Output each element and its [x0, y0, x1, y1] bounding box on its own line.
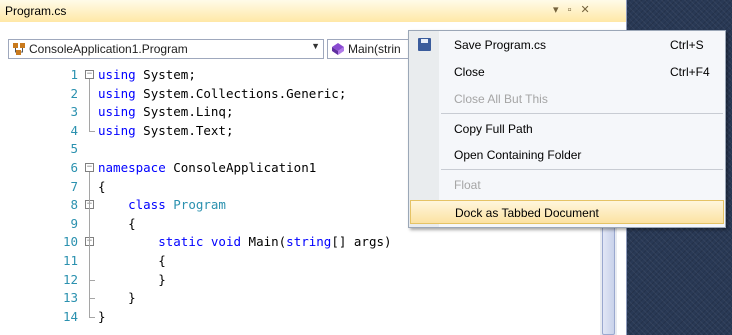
menu-item-shortcut: Ctrl+S [670, 38, 704, 52]
document-tab-header[interactable]: Program.cs ▾ ▫ ✕ [0, 0, 626, 23]
class-dropdown[interactable]: ConsoleApplication1.Program ▼ [8, 39, 324, 59]
class-icon [13, 43, 25, 55]
code-line: 10− static void Main(string[] args) [0, 233, 600, 251]
menu-item-label: Close All But This [454, 92, 548, 106]
class-dropdown-value: ConsoleApplication1.Program [29, 42, 188, 56]
menu-item-dock-as-tabbed-document[interactable]: Dock as Tabbed Document [410, 200, 724, 224]
menu-item-float[interactable]: Float [410, 173, 724, 197]
menu-separator [441, 169, 723, 170]
menu-item-save-program-cs[interactable]: Save Program.cs Ctrl+S [410, 33, 724, 57]
menu-item-label: Close [454, 65, 485, 79]
code-text: using System.Text; [98, 122, 234, 138]
chevron-down-icon: ▼ [311, 41, 320, 51]
collapse-icon[interactable]: − [85, 163, 94, 172]
line-number: 14 [62, 308, 78, 324]
outline-guide-end [89, 279, 95, 281]
menu-item-label: Save Program.cs [454, 38, 547, 52]
member-dropdown-value: Main(strin [348, 42, 401, 56]
line-number: 5 [70, 141, 78, 157]
menu-item-label: Dock as Tabbed Document [455, 206, 599, 220]
line-number: 3 [70, 104, 78, 120]
line-number: 13 [62, 290, 78, 306]
save-icon [418, 38, 431, 51]
code-text: { [98, 253, 166, 268]
document-tab-title: Program.cs [5, 4, 67, 18]
code-text: } [98, 271, 166, 287]
code-text: class Program [128, 197, 226, 213]
menu-item-shortcut: Ctrl+F4 [670, 65, 710, 79]
outline-guide-end [89, 298, 95, 300]
line-number: 1 [70, 67, 78, 82]
window-position-buttons[interactable]: ▾ ▫ ✕ [553, 3, 593, 16]
line-number: 7 [70, 178, 78, 194]
method-icon [332, 43, 344, 55]
code-text: { [98, 215, 136, 231]
line-number: 11 [62, 253, 78, 268]
code-text: } [98, 290, 136, 306]
line-number: 8 [70, 197, 78, 213]
code-text: static void Main(string[] args) [158, 234, 392, 250]
code-line: 11 { [0, 252, 600, 270]
code-text: using System.Linq; [98, 104, 234, 120]
code-text: using System; [98, 67, 196, 82]
line-number: 2 [70, 85, 78, 101]
menu-item-copy-full-path[interactable]: Copy Full Path [410, 117, 724, 141]
outline-guide-end [89, 130, 95, 132]
menu-item-open-containing-folder[interactable]: Open Containing Folder [410, 143, 724, 167]
line-number: 6 [70, 160, 78, 175]
context-menu: Save Program.cs Ctrl+S Close Ctrl+F4 Close A… [408, 30, 726, 228]
code-text: } [98, 308, 106, 324]
menu-item-label: Open Containing Folder [454, 148, 582, 162]
member-dropdown[interactable]: Main(strin [327, 39, 412, 59]
menu-separator [441, 113, 723, 114]
outline-guide-end [89, 316, 95, 318]
menu-item-close-all-but-this[interactable]: Close All But This [410, 87, 724, 111]
menu-item-label: Float [454, 178, 481, 192]
line-number: 12 [62, 271, 78, 287]
menu-item-label: Copy Full Path [454, 122, 533, 136]
code-text: { [98, 178, 106, 194]
line-number: 4 [70, 122, 78, 138]
code-text: using System.Collections.Generic; [98, 85, 347, 101]
line-number: 10 [62, 234, 78, 250]
outline-guide [89, 246, 90, 280]
outline-guide [89, 79, 90, 131]
menu-item-close[interactable]: Close Ctrl+F4 [410, 60, 724, 84]
collapse-icon[interactable]: − [85, 70, 94, 79]
code-text: namespace ConsoleApplication1 [98, 160, 317, 175]
line-number: 9 [70, 215, 78, 231]
